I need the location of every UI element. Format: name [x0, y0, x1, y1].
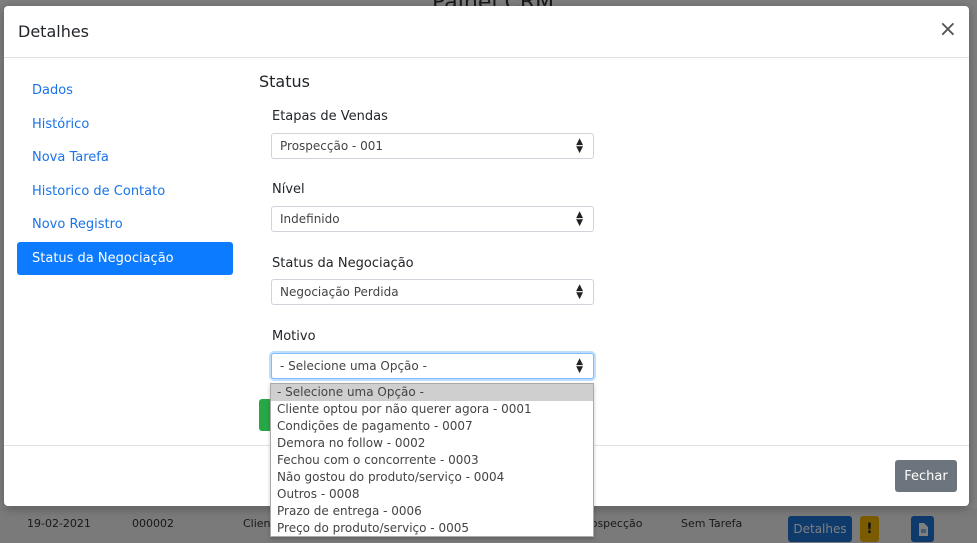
sidebar-nav: Dados Histórico Nova Tarefa Historico de… [17, 74, 233, 275]
select-arrows-icon: ▲ ▼ [576, 137, 583, 155]
select-arrows-icon: ▲ ▼ [576, 210, 583, 228]
status-label: Status da Negociação [272, 256, 414, 271]
dropdown-option[interactable]: Cliente optou por não querer agora - 000… [271, 401, 593, 418]
status-select[interactable]: Negociação Perdida ▲ ▼ [271, 279, 594, 305]
nivel-label: Nível [272, 182, 305, 197]
motivo-label: Motivo [272, 329, 316, 344]
select-arrows-icon: ▲ ▼ [576, 283, 583, 301]
motivo-value: - Selecione uma Opção - [280, 359, 427, 373]
sidebar-item-status-negociacao[interactable]: Status da Negociação [17, 241, 233, 275]
sidebar-item-nova-tarefa[interactable]: Nova Tarefa [17, 141, 233, 175]
fechar-button[interactable]: Fechar [895, 460, 957, 492]
dropdown-option[interactable]: Condições de pagamento - 0007 [271, 418, 593, 435]
dropdown-option[interactable]: Outros - 0008 [271, 486, 593, 503]
dropdown-option[interactable]: Prazo de entrega - 0006 [271, 503, 593, 520]
motivo-dropdown-list: - Selecione uma Opção - Cliente optou po… [270, 383, 594, 537]
sidebar-item-novo-registro[interactable]: Novo Registro [17, 208, 233, 242]
dropdown-option[interactable]: Não gostou do produto/serviço - 0004 [271, 469, 593, 486]
etapas-label: Etapas de Vendas [272, 109, 388, 124]
modal-header: Detalhes × [4, 6, 969, 58]
sidebar-item-historico-contato[interactable]: Historico de Contato [17, 175, 233, 209]
section-title: Status [259, 72, 310, 91]
sidebar-item-historico[interactable]: Histórico [17, 108, 233, 142]
dropdown-option[interactable]: Demora no follow - 0002 [271, 435, 593, 452]
nivel-value: Indefinido [280, 212, 340, 226]
etapas-select[interactable]: Prospecção - 001 ▲ ▼ [271, 133, 594, 159]
select-arrows-icon: ▲ ▼ [576, 357, 583, 375]
modal-title: Detalhes [18, 22, 90, 41]
dropdown-option[interactable]: Fechou com o concorrente - 0003 [271, 452, 593, 469]
motivo-select[interactable]: - Selecione uma Opção - ▲ ▼ [271, 353, 594, 379]
etapas-value: Prospecção - 001 [280, 139, 384, 153]
sidebar-item-dados[interactable]: Dados [17, 74, 233, 108]
nivel-select[interactable]: Indefinido ▲ ▼ [271, 206, 594, 232]
dropdown-option[interactable]: Preço do produto/serviço - 0005 [271, 520, 593, 537]
dropdown-option[interactable]: - Selecione uma Opção - [271, 384, 593, 401]
close-icon[interactable]: × [939, 19, 957, 41]
status-value: Negociação Perdida [280, 285, 399, 299]
